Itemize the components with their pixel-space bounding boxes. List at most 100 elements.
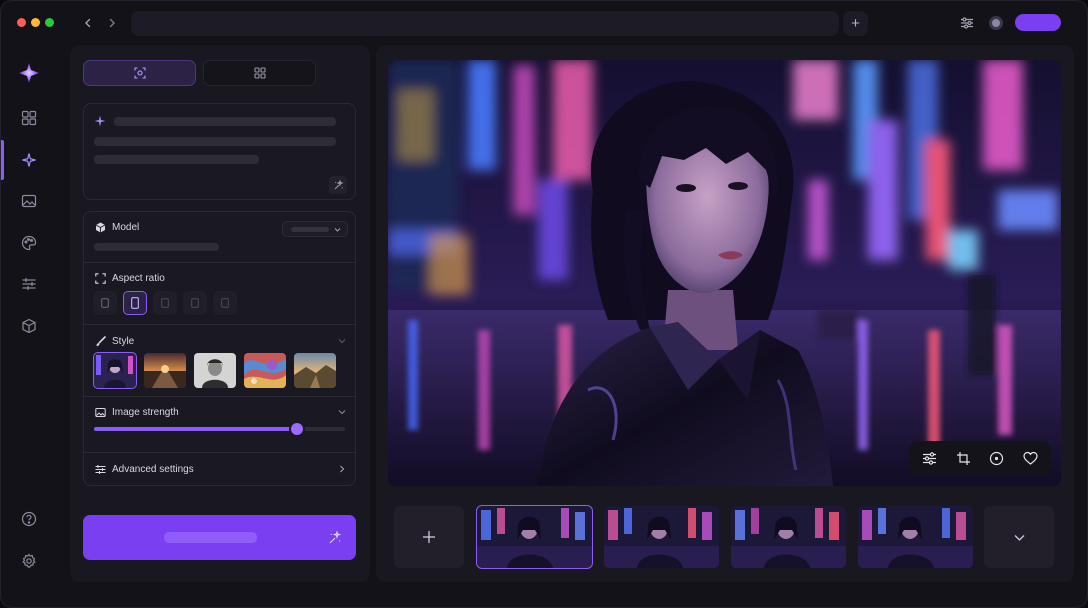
dashboard-icon (21, 110, 37, 126)
aspect-ratio-label: Aspect ratio (112, 273, 165, 284)
minimize-window-button[interactable] (31, 18, 40, 27)
back-button[interactable] (77, 12, 99, 34)
address-bar[interactable] (131, 11, 839, 36)
model-description (94, 243, 219, 251)
aspect-option-selected[interactable] (123, 291, 147, 315)
chevron-down-icon[interactable] (338, 408, 346, 416)
close-window-button[interactable] (17, 18, 26, 27)
style-thumb-landscape[interactable] (294, 353, 336, 388)
prompt-input[interactable] (83, 103, 356, 200)
history-thumb[interactable] (604, 506, 719, 568)
style-thumb-road[interactable] (144, 353, 186, 388)
model-label: Model (112, 222, 140, 233)
rail-help[interactable] (17, 507, 41, 531)
aspect-option[interactable] (93, 291, 117, 315)
tab-text-to-image[interactable] (83, 60, 196, 86)
add-image-button[interactable] (394, 506, 464, 568)
app-window: + Model Aspect ratio Style Image strengt… (0, 0, 1088, 608)
image-strength-slider[interactable] (94, 423, 345, 435)
sliders-button[interactable] (957, 13, 977, 33)
image-strength-label: Image strength (112, 407, 179, 418)
history-thumb[interactable] (858, 506, 973, 568)
chevron-down-icon (334, 228, 341, 232)
sparkle-icon (94, 115, 106, 127)
neon-portrait-thumb (604, 506, 719, 568)
heart-icon (1023, 451, 1038, 465)
rail-gallery[interactable] (17, 189, 41, 213)
sliders-icon (961, 17, 973, 29)
settings-icon (22, 553, 36, 568)
neon-portrait-thumb (858, 506, 973, 568)
crop-frame-icon (95, 273, 106, 284)
model-select[interactable] (282, 221, 348, 237)
aspect-option[interactable] (213, 291, 237, 315)
neon-portrait-thumb (94, 353, 136, 388)
strength-icon-wrap (94, 406, 107, 419)
palette-icon (21, 235, 37, 251)
crop-button[interactable] (949, 444, 977, 472)
prompt-placeholder-line (114, 117, 336, 126)
slider-handle[interactable] (291, 423, 304, 435)
history-thumb[interactable] (731, 506, 846, 568)
image-icon (21, 194, 37, 208)
aspect-icon-wrap (94, 272, 107, 285)
neon-portrait-thumb (477, 506, 592, 568)
preview-area (376, 45, 1074, 582)
generation-panel: Model Aspect ratio Style Image strength … (70, 45, 370, 582)
grid-icon (253, 67, 266, 79)
model-section: Model (83, 211, 356, 263)
slider-fill (94, 427, 298, 431)
logo[interactable] (17, 61, 41, 85)
scan-icon (133, 67, 146, 79)
plus-icon: + (851, 15, 860, 32)
chevron-down-icon[interactable] (338, 337, 346, 345)
info-button[interactable] (983, 444, 1011, 472)
rail-generate[interactable] (17, 148, 41, 172)
logo-icon (19, 63, 39, 83)
style-thumb-neon[interactable] (93, 352, 137, 389)
image-strength-section: Image strength (83, 397, 356, 453)
advanced-settings-row[interactable]: Advanced settings (83, 453, 356, 486)
forward-button[interactable] (101, 12, 123, 34)
history-thumb-selected[interactable] (476, 505, 593, 569)
abstract-pattern-thumb (244, 353, 286, 388)
sparkle-icon (22, 153, 36, 167)
enhance-prompt-button[interactable] (329, 176, 347, 194)
generated-image[interactable] (388, 60, 1061, 486)
profile-button[interactable] (986, 13, 1006, 33)
plus-icon (423, 531, 435, 543)
bw-portrait-thumb (194, 353, 236, 388)
prompt-placeholder-line (94, 137, 336, 146)
adjust-button[interactable] (916, 444, 944, 472)
chevron-right-icon (109, 18, 115, 28)
rail-active-indicator (1, 140, 4, 180)
maximize-window-button[interactable] (45, 18, 54, 27)
rail-palette[interactable] (17, 231, 41, 255)
favorite-button[interactable] (1016, 444, 1044, 472)
tab-image-to-image[interactable] (203, 60, 316, 86)
portrait-ratio-icon (221, 298, 229, 308)
rail-settings[interactable] (17, 549, 41, 573)
style-thumb-abstract[interactable] (244, 353, 286, 388)
generate-button[interactable] (83, 515, 356, 560)
chevron-right-icon (340, 465, 345, 473)
cube-icon (22, 318, 36, 334)
aspect-option[interactable] (183, 291, 207, 315)
sliders-icon (22, 278, 36, 290)
style-label: Style (112, 336, 135, 347)
portrait-ratio-icon (161, 298, 169, 308)
rail-adjust[interactable] (17, 272, 41, 296)
new-tab-button[interactable]: + (843, 11, 868, 36)
style-thumb-bw[interactable] (194, 353, 236, 388)
expand-history-button[interactable] (984, 506, 1054, 568)
title-bar: + (1, 1, 1087, 45)
magic-sparkle-icon (329, 531, 342, 544)
generate-label-placeholder (164, 532, 257, 543)
rail-3d[interactable] (17, 314, 41, 338)
sliders-icon (95, 465, 106, 474)
aspect-option[interactable] (153, 291, 177, 315)
account-pill-button[interactable] (1015, 14, 1061, 31)
rail-dashboard[interactable] (17, 106, 41, 130)
advanced-settings-label: Advanced settings (112, 464, 194, 475)
profile-icon (989, 16, 1003, 30)
